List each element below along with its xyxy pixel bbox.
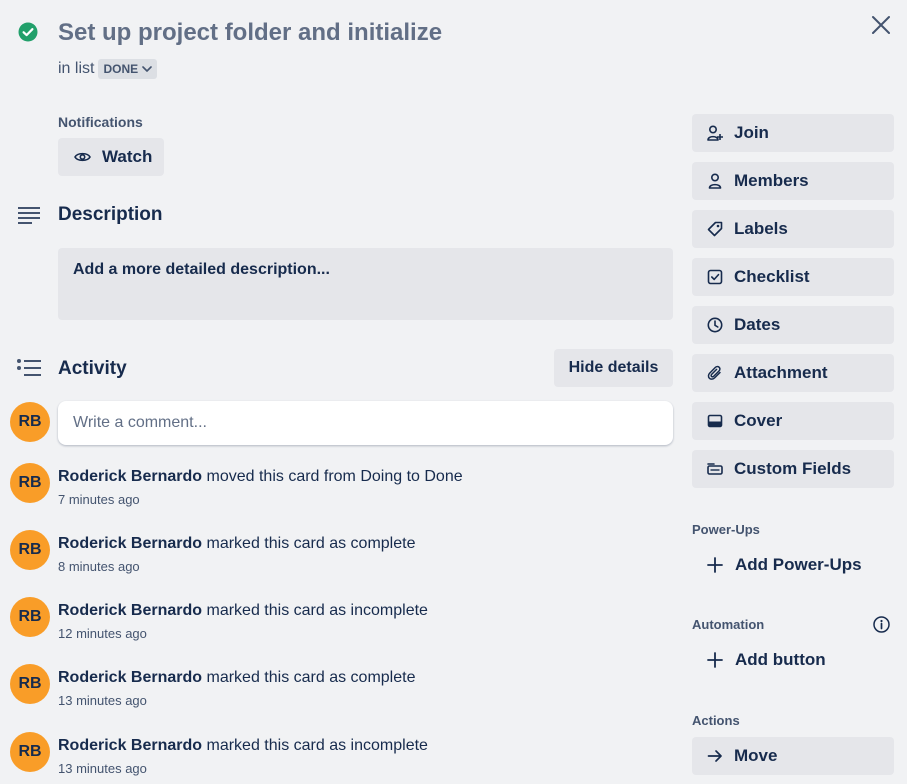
list-name: DONE [103, 62, 139, 76]
label-icon [707, 221, 723, 237]
close-button[interactable] [866, 10, 896, 40]
activity-user[interactable]: Roderick Bernardo [58, 669, 202, 686]
activity-action: marked this card as incomplete [206, 602, 428, 619]
activity-action: marked this card as complete [206, 669, 416, 686]
cover-icon [707, 414, 723, 428]
plus-icon [707, 652, 723, 668]
activity-entry: Roderick Bernardo marked this card as co… [58, 669, 415, 708]
complete-check-icon[interactable] [18, 22, 38, 42]
dates-label: Dates [734, 315, 781, 334]
hide-details-button[interactable]: Hide details [554, 349, 673, 387]
paperclip-icon [707, 365, 721, 380]
move-button[interactable]: Move [692, 737, 894, 775]
member-icon [708, 173, 722, 189]
activity-user[interactable]: Roderick Bernardo [58, 468, 202, 485]
activity-action: marked this card as complete [206, 535, 416, 552]
eye-icon [74, 152, 91, 162]
labels-label: Labels [734, 219, 788, 238]
avatar[interactable]: RB [10, 732, 50, 772]
cover-button[interactable]: Cover [692, 402, 894, 440]
join-button[interactable]: Join [692, 114, 894, 152]
activity-entry: Roderick Bernardo moved this card from D… [58, 468, 463, 507]
avatar[interactable]: RB [10, 664, 50, 704]
avatar[interactable]: RB [10, 530, 50, 570]
list-name-dropdown[interactable]: DONE [98, 59, 158, 79]
join-label: Join [734, 123, 769, 142]
members-label: Members [734, 171, 809, 190]
automation-label: Automation [692, 617, 765, 632]
move-label: Move [734, 746, 778, 765]
activity-action: moved this card from Doing to Done [206, 468, 463, 485]
actions-label: Actions [692, 713, 740, 728]
custom-fields-button[interactable]: Custom Fields [692, 450, 894, 488]
list-location: in list DONE [58, 59, 158, 79]
comment-input[interactable] [58, 401, 673, 445]
notifications-label: Notifications [58, 114, 143, 130]
labels-button[interactable]: Labels [692, 210, 894, 248]
add-power-ups-label: Add Power-Ups [735, 555, 862, 574]
description-editor[interactable]: Add a more detailed description... [58, 248, 673, 320]
arrow-right-icon [707, 750, 722, 762]
activity-timestamp[interactable]: 13 minutes ago [58, 761, 428, 776]
activity-user[interactable]: Roderick Bernardo [58, 602, 202, 619]
clock-icon [707, 317, 723, 333]
cover-label: Cover [734, 411, 783, 430]
attachment-button[interactable]: Attachment [692, 354, 894, 392]
activity-user[interactable]: Roderick Bernardo [58, 737, 202, 754]
activity-icon [17, 359, 41, 377]
attachment-label: Attachment [734, 363, 828, 382]
watch-label: Watch [102, 147, 153, 166]
activity-timestamp[interactable]: 13 minutes ago [58, 693, 415, 708]
activity-timestamp[interactable]: 7 minutes ago [58, 492, 463, 507]
activity-entry: Roderick Bernardo marked this card as in… [58, 737, 428, 776]
checklist-button[interactable]: Checklist [692, 258, 894, 296]
avatar[interactable]: RB [10, 463, 50, 503]
info-icon[interactable] [873, 616, 890, 633]
add-button-label: Add button [735, 650, 826, 669]
description-icon [18, 206, 40, 224]
card-title[interactable]: Set up project folder and initialize [58, 19, 442, 47]
watch-button[interactable]: Watch [58, 138, 164, 176]
checklist-label: Checklist [734, 267, 810, 286]
activity-user[interactable]: Roderick Bernardo [58, 535, 202, 552]
activity-timestamp[interactable]: 12 minutes ago [58, 626, 428, 641]
activity-entry: Roderick Bernardo marked this card as in… [58, 602, 428, 641]
power-ups-label: Power-Ups [692, 522, 760, 537]
checklist-icon [707, 269, 723, 285]
plus-icon [707, 557, 723, 573]
activity-entry: Roderick Bernardo marked this card as co… [58, 535, 415, 574]
add-button-button[interactable]: Add button [692, 641, 894, 679]
current-user-avatar[interactable]: RB [10, 402, 50, 442]
close-icon [872, 16, 890, 34]
activity-timestamp[interactable]: 8 minutes ago [58, 559, 415, 574]
activity-action: marked this card as incomplete [206, 737, 428, 754]
custom-fields-label: Custom Fields [734, 459, 852, 478]
members-button[interactable]: Members [692, 162, 894, 200]
chevron-down-icon [142, 66, 152, 72]
custom-fields-icon [707, 463, 723, 475]
activity-title: Activity [58, 358, 127, 379]
avatar[interactable]: RB [10, 597, 50, 637]
add-member-icon [707, 125, 723, 141]
dates-button[interactable]: Dates [692, 306, 894, 344]
in-list-prefix: in list [58, 60, 95, 77]
add-power-ups-button[interactable]: Add Power-Ups [692, 546, 894, 584]
description-title: Description [58, 204, 163, 225]
description-placeholder: Add a more detailed description... [73, 261, 330, 278]
